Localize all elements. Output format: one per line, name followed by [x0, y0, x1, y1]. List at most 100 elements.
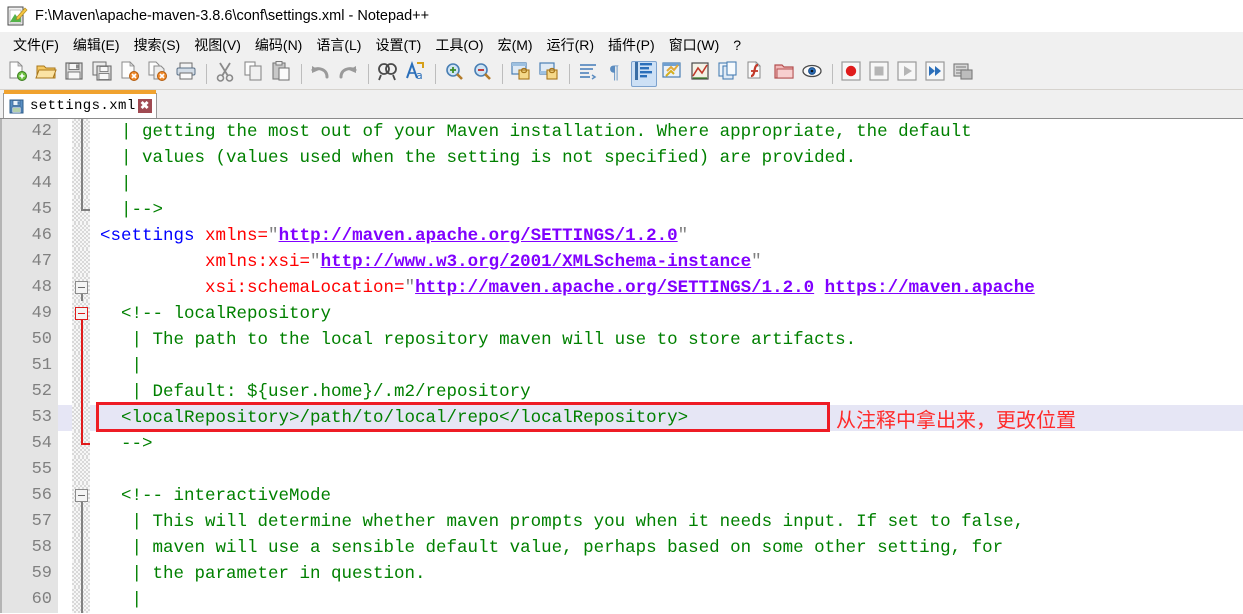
- editor-line[interactable]: 50 | The path to the local repository ma…: [0, 327, 1243, 353]
- editor-line[interactable]: 56 <!-- interactiveMode: [0, 483, 1243, 509]
- editor-line[interactable]: 47 xmlns:xsi="http://www.w3.org/2001/XML…: [0, 249, 1243, 275]
- toolbar-play-macro-button[interactable]: [894, 61, 920, 87]
- editor-line[interactable]: 54 -->: [0, 431, 1243, 457]
- menu-search[interactable]: 搜索(S): [127, 33, 188, 57]
- toolbar-paste-button[interactable]: [268, 61, 294, 87]
- bookmark-margin[interactable]: [58, 509, 72, 535]
- fold-toggle-icon[interactable]: [75, 307, 88, 320]
- toolbar-record-macro-button[interactable]: [838, 61, 864, 87]
- code-text[interactable]: |: [90, 171, 1243, 197]
- menu-settings[interactable]: 设置(T): [368, 33, 428, 57]
- bookmark-margin[interactable]: [58, 223, 72, 249]
- menu-macro[interactable]: 宏(M): [491, 33, 540, 57]
- bookmark-margin[interactable]: [58, 119, 72, 145]
- bookmark-margin[interactable]: [58, 249, 72, 275]
- toolbar-copy-button[interactable]: [240, 61, 266, 87]
- code-text[interactable]: | values (values used when the setting i…: [90, 145, 1243, 171]
- toolbar-save-button[interactable]: [61, 61, 87, 87]
- editor-line[interactable]: 55: [0, 457, 1243, 483]
- fold-margin[interactable]: [72, 353, 90, 379]
- menu-language[interactable]: 语言(L): [309, 33, 368, 57]
- bookmark-margin[interactable]: [58, 171, 72, 197]
- toolbar-function-list-button[interactable]: [743, 61, 769, 87]
- code-text[interactable]: <!-- interactiveMode: [90, 483, 1243, 509]
- bookmark-margin[interactable]: [58, 431, 72, 457]
- menu-run[interactable]: 运行(R): [540, 33, 601, 57]
- toolbar-play-macro-multiple-button[interactable]: [922, 61, 948, 87]
- toolbar-stop-macro-button[interactable]: [866, 61, 892, 87]
- code-text[interactable]: <!-- localRepository: [90, 301, 1243, 327]
- fold-margin[interactable]: [72, 431, 90, 457]
- toolbar-folder-as-workspace-button[interactable]: [771, 61, 797, 87]
- bookmark-margin[interactable]: [58, 197, 72, 223]
- toolbar-new-file-button[interactable]: [5, 61, 31, 87]
- editor-line[interactable]: 45 |-->: [0, 197, 1243, 223]
- bookmark-margin[interactable]: [58, 535, 72, 561]
- toolbar-word-wrap-button[interactable]: [575, 61, 601, 87]
- toolbar-print-button[interactable]: [173, 61, 199, 87]
- editor-line[interactable]: 44 |: [0, 171, 1243, 197]
- menu-encoding[interactable]: 编码(N): [248, 33, 309, 57]
- toolbar-zoom-in-button[interactable]: [441, 61, 467, 87]
- toolbar-monitoring-button[interactable]: [799, 61, 825, 87]
- fold-margin[interactable]: [72, 587, 90, 613]
- fold-margin[interactable]: [72, 327, 90, 353]
- toolbar-save-all-button[interactable]: [89, 61, 115, 87]
- editor-line[interactable]: 42 | getting the most out of your Maven …: [0, 119, 1243, 145]
- menu-window[interactable]: 窗口(W): [662, 33, 727, 57]
- toolbar-close-all-files-button[interactable]: [145, 61, 171, 87]
- fold-toggle-icon[interactable]: [75, 281, 88, 294]
- code-text[interactable]: | the parameter in question.: [90, 561, 1243, 587]
- bookmark-margin[interactable]: [58, 353, 72, 379]
- code-text[interactable]: | Default: ${user.home}/.m2/repository: [90, 379, 1243, 405]
- toolbar-replace-button[interactable]: a: [402, 61, 428, 87]
- code-text[interactable]: <settings xmlns="http://maven.apache.org…: [90, 223, 1243, 249]
- editor-line[interactable]: 51 |: [0, 353, 1243, 379]
- bookmark-margin[interactable]: [58, 561, 72, 587]
- fold-toggle-icon[interactable]: [75, 489, 88, 502]
- fold-margin[interactable]: [72, 535, 90, 561]
- menu-plugins[interactable]: 插件(P): [601, 33, 662, 57]
- close-icon[interactable]: ✖: [137, 99, 152, 113]
- fold-margin[interactable]: [72, 197, 90, 223]
- toolbar-document-list-button[interactable]: [715, 61, 741, 87]
- bookmark-margin[interactable]: [58, 379, 72, 405]
- editor-line[interactable]: 58 | maven will use a sensible default v…: [0, 535, 1243, 561]
- tab-settings-xml[interactable]: settings.xml ✖: [3, 90, 157, 118]
- editor-line[interactable]: 52 | Default: ${user.home}/.m2/repositor…: [0, 379, 1243, 405]
- bookmark-margin[interactable]: [58, 405, 72, 431]
- toolbar-zoom-out-button[interactable]: [469, 61, 495, 87]
- menu-help[interactable]: ?: [726, 35, 748, 55]
- code-text[interactable]: |: [90, 353, 1243, 379]
- fold-margin[interactable]: [72, 119, 90, 145]
- editor-line[interactable]: 43 | values (values used when the settin…: [0, 145, 1243, 171]
- code-text[interactable]: | The path to the local repository maven…: [90, 327, 1243, 353]
- menu-edit[interactable]: 编辑(E): [66, 33, 127, 57]
- code-text[interactable]: xsi:schemaLocation="http://maven.apache.…: [90, 275, 1243, 301]
- code-text[interactable]: | getting the most out of your Maven ins…: [90, 119, 1243, 145]
- editor-line[interactable]: 57 | This will determine whether maven p…: [0, 509, 1243, 535]
- bookmark-margin[interactable]: [58, 145, 72, 171]
- toolbar-sync-vertical-scroll-button[interactable]: [508, 61, 534, 87]
- editor-line[interactable]: 46 <settings xmlns="http://maven.apache.o…: [0, 223, 1243, 249]
- code-text[interactable]: [90, 457, 1243, 483]
- menu-tools[interactable]: 工具(O): [428, 33, 490, 57]
- code-editor[interactable]: 42 | getting the most out of your Maven …: [0, 118, 1243, 614]
- editor-line[interactable]: 49 <!-- localRepository: [0, 301, 1243, 327]
- fold-margin[interactable]: [72, 145, 90, 171]
- editor-line[interactable]: 60 |: [0, 587, 1243, 613]
- code-text[interactable]: | This will determine whether maven prom…: [90, 509, 1243, 535]
- fold-margin[interactable]: [72, 483, 90, 509]
- fold-margin[interactable]: [72, 171, 90, 197]
- code-text[interactable]: | maven will use a sensible default valu…: [90, 535, 1243, 561]
- menu-view[interactable]: 视图(V): [187, 33, 248, 57]
- toolbar-save-macro-button[interactable]: [950, 61, 976, 87]
- toolbar-undo-button[interactable]: [307, 61, 333, 87]
- toolbar-sync-horizontal-scroll-button[interactable]: [536, 61, 562, 87]
- code-text[interactable]: |: [90, 587, 1243, 613]
- editor-line[interactable]: 59 | the parameter in question.: [0, 561, 1243, 587]
- fold-margin[interactable]: [72, 223, 90, 249]
- bookmark-margin[interactable]: [58, 457, 72, 483]
- code-text[interactable]: |-->: [90, 197, 1243, 223]
- fold-margin[interactable]: [72, 457, 90, 483]
